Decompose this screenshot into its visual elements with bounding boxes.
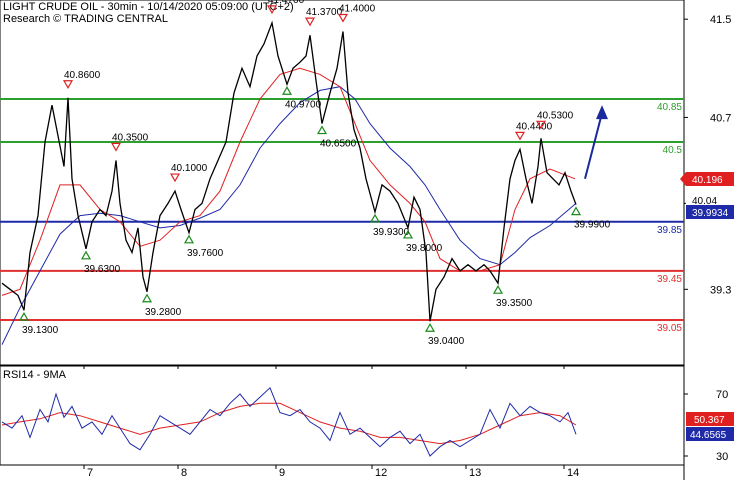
level-label: 39.45 xyxy=(657,274,682,285)
pivot-low-marker xyxy=(80,250,92,260)
pivot-label: 40.9700 xyxy=(285,99,322,110)
ma-value-badge: 40.196 xyxy=(692,175,723,186)
pivot-high-marker xyxy=(62,80,74,89)
forecast-arrow-line xyxy=(584,112,603,180)
level-label: 40.85 xyxy=(657,102,682,113)
ma-blue-line xyxy=(1,86,577,345)
rsi-panel-frame xyxy=(0,365,685,466)
pivot-label: 39.7600 xyxy=(187,248,224,259)
x-tick-label: 8 xyxy=(181,467,187,479)
pivot-low-marker xyxy=(492,284,504,294)
pivot-label: 40.5300 xyxy=(537,110,574,121)
level-label: 39.05 xyxy=(657,323,682,334)
pivot-label: 39.1300 xyxy=(22,325,59,336)
x-tick-label: 7 xyxy=(87,467,93,479)
level-label: 40.5 xyxy=(663,145,683,156)
x-tick-label: 13 xyxy=(469,467,481,479)
pivot-low-marker xyxy=(570,206,582,216)
x-tick-label: 14 xyxy=(567,467,579,479)
pivot-label: 40.1000 xyxy=(171,163,208,174)
pivot-label: 39.9300 xyxy=(373,227,410,238)
price-tick-label: 39.3 xyxy=(710,284,731,296)
rsi-value: 44.6565 xyxy=(690,430,727,441)
rsi-tick-label: 70 xyxy=(716,389,728,401)
pivot-label: 41.4000 xyxy=(339,3,376,14)
price-chart: 7 8 9 12 13 14 40.85 40.5 39.85 39.45 39.05 41.5 40.… xyxy=(0,0,734,480)
pivot-label: 39.2800 xyxy=(145,307,182,318)
rsi-ma-value: 50.367 xyxy=(694,415,725,426)
pivot-high-marker xyxy=(514,131,526,141)
pivot-label: 41.4700 xyxy=(268,0,305,6)
last-close-badge: 39.9934 xyxy=(692,208,729,219)
pivot-label: 40.8600 xyxy=(64,70,101,81)
rsi-tick-label: 30 xyxy=(716,451,728,463)
price-panel-frame xyxy=(0,0,685,366)
pivot-label: 39.0400 xyxy=(428,336,465,347)
pivot-label: 41.3700 xyxy=(306,7,343,18)
price-tick-label: 40.7 xyxy=(710,112,731,124)
pivot-label: 40.4400 xyxy=(516,121,553,132)
ma-badge-pointer xyxy=(680,172,686,186)
pivot-label: 40.3500 xyxy=(112,132,149,143)
rsi-line xyxy=(1,386,577,457)
level-label: 39.85 xyxy=(657,225,682,236)
pivot-low-marker xyxy=(281,86,293,95)
price-tick-label: 41.5 xyxy=(710,14,731,26)
pivot-high-marker xyxy=(266,5,278,15)
pivot-label: 39.8000 xyxy=(406,243,443,254)
forecast-arrow-head xyxy=(596,105,608,120)
x-tick-label: 12 xyxy=(375,467,387,479)
pivot-label: 40.6500 xyxy=(320,139,357,150)
pivot-low-marker xyxy=(183,234,195,244)
pivot-label: 39.9900 xyxy=(574,220,611,231)
pivot-high-marker xyxy=(110,142,122,152)
x-tick-label: 9 xyxy=(279,467,285,479)
pivot-high-marker xyxy=(304,17,316,27)
pivot-label: 39.6300 xyxy=(84,264,121,275)
price-line xyxy=(1,20,577,322)
pivot-high-marker xyxy=(169,173,181,183)
pivot-low-marker xyxy=(141,293,153,303)
pivot-label: 39.3500 xyxy=(496,298,533,309)
pivot-low-marker xyxy=(424,323,436,332)
pivot-low-marker xyxy=(316,125,328,135)
rsi-panel-title: RSI14 - 9MA xyxy=(3,369,67,381)
